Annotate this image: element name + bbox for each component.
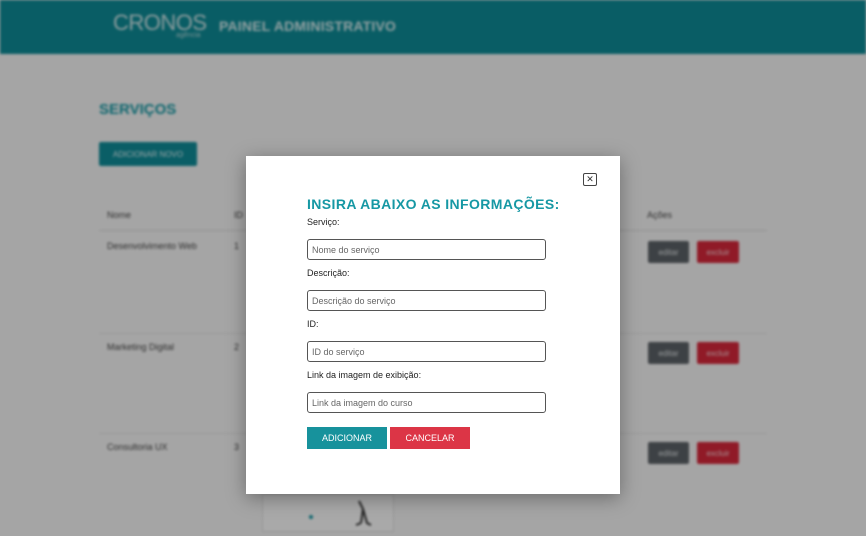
modal-title: INSIRA ABAIXO AS INFORMAÇÕES: (307, 196, 560, 212)
add-service-modal: ✕ INSIRA ABAIXO AS INFORMAÇÕES: Serviço:… (246, 156, 620, 494)
cancel-button[interactable]: CANCELAR (390, 427, 470, 449)
image-link-input[interactable] (307, 392, 546, 413)
id-input[interactable] (307, 341, 546, 362)
service-name-label: Serviço: (307, 217, 340, 227)
id-label: ID: (307, 319, 319, 329)
description-label: Descrição: (307, 268, 350, 278)
add-button[interactable]: ADICIONAR (307, 427, 387, 449)
image-link-label: Link da imagem de exibição: (307, 370, 422, 380)
description-input[interactable] (307, 290, 546, 311)
close-icon[interactable]: ✕ (583, 173, 597, 186)
service-name-input[interactable] (307, 239, 546, 260)
